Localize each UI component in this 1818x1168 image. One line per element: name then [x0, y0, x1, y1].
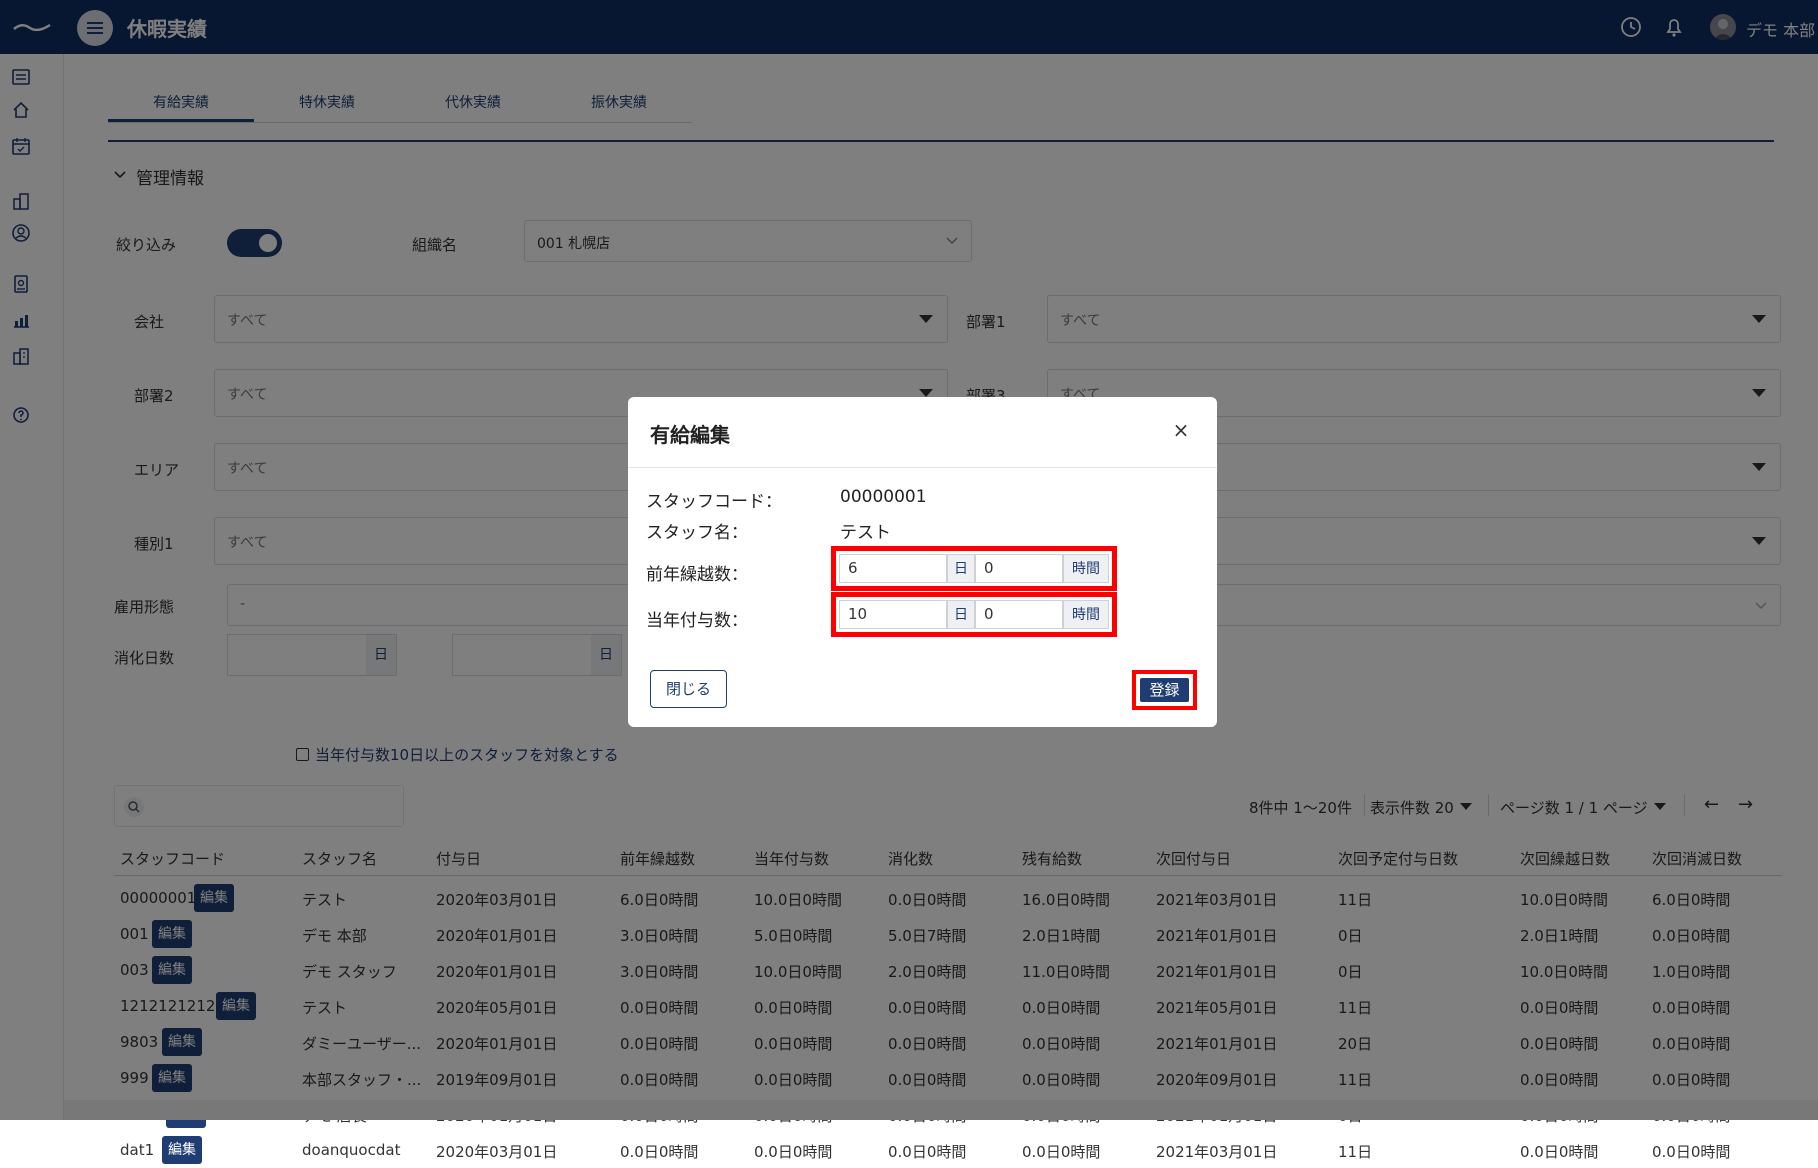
table-cell: 0.0日0時間 [1652, 1143, 1731, 1161]
day-unit: 日 [947, 600, 975, 629]
divider [628, 467, 1217, 468]
close-icon[interactable]: × [1168, 417, 1194, 443]
table-cell: 0.0日0時間 [888, 1143, 967, 1161]
table-cell: dat1 [120, 1141, 155, 1159]
staff-code-value: 00000001 [840, 487, 927, 507]
hour-unit: 時間 [1063, 600, 1109, 629]
table-cell: 0.0日0時間 [1520, 1143, 1599, 1161]
carryover-days-input[interactable]: 6 [839, 554, 947, 583]
close-button[interactable]: 閉じる [650, 670, 727, 708]
grant-label: 当年付与数： [646, 611, 748, 631]
edit-button[interactable]: 編集 [162, 1136, 202, 1164]
table-row: dat1 編集 doanquocdat 2020年03月01日 0.0日0時間 0.0日0… [114, 1132, 1782, 1168]
table-cell: 11日 [1338, 1143, 1373, 1161]
register-button[interactable]: 登録 [1140, 678, 1189, 702]
grant-hours-input[interactable]: 0 [975, 600, 1063, 629]
register-highlight: 登録 [1132, 670, 1197, 710]
staff-name-value: テスト [840, 523, 891, 543]
grant-highlight: 10 日 0 時間 [831, 592, 1117, 637]
carryover-highlight: 6 日 0 時間 [831, 546, 1117, 591]
day-unit: 日 [947, 554, 975, 583]
staff-code-label: スタッフコード： [646, 492, 782, 512]
table-cell: 0.0日0時間 [754, 1143, 833, 1161]
carryover-label: 前年繰越数： [646, 565, 748, 585]
modal-title: 有給編集 [650, 423, 730, 447]
table-cell: doanquocdat [302, 1141, 401, 1159]
table-cell: 0.0日0時間 [1022, 1143, 1101, 1161]
hour-unit: 時間 [1063, 554, 1109, 583]
grant-days-input[interactable]: 10 [839, 600, 947, 629]
table-cell: 2021年03月01日 [1156, 1143, 1278, 1161]
carryover-hours-input[interactable]: 0 [975, 554, 1063, 583]
table-cell: 2020年03月01日 [436, 1143, 558, 1161]
staff-name-label: スタッフ名： [646, 523, 748, 543]
table-cell: 0.0日0時間 [620, 1143, 699, 1161]
paid-leave-edit-dialog: 有給編集 × スタッフコード： 00000001 スタッフ名： テスト 前年繰越… [628, 397, 1217, 727]
